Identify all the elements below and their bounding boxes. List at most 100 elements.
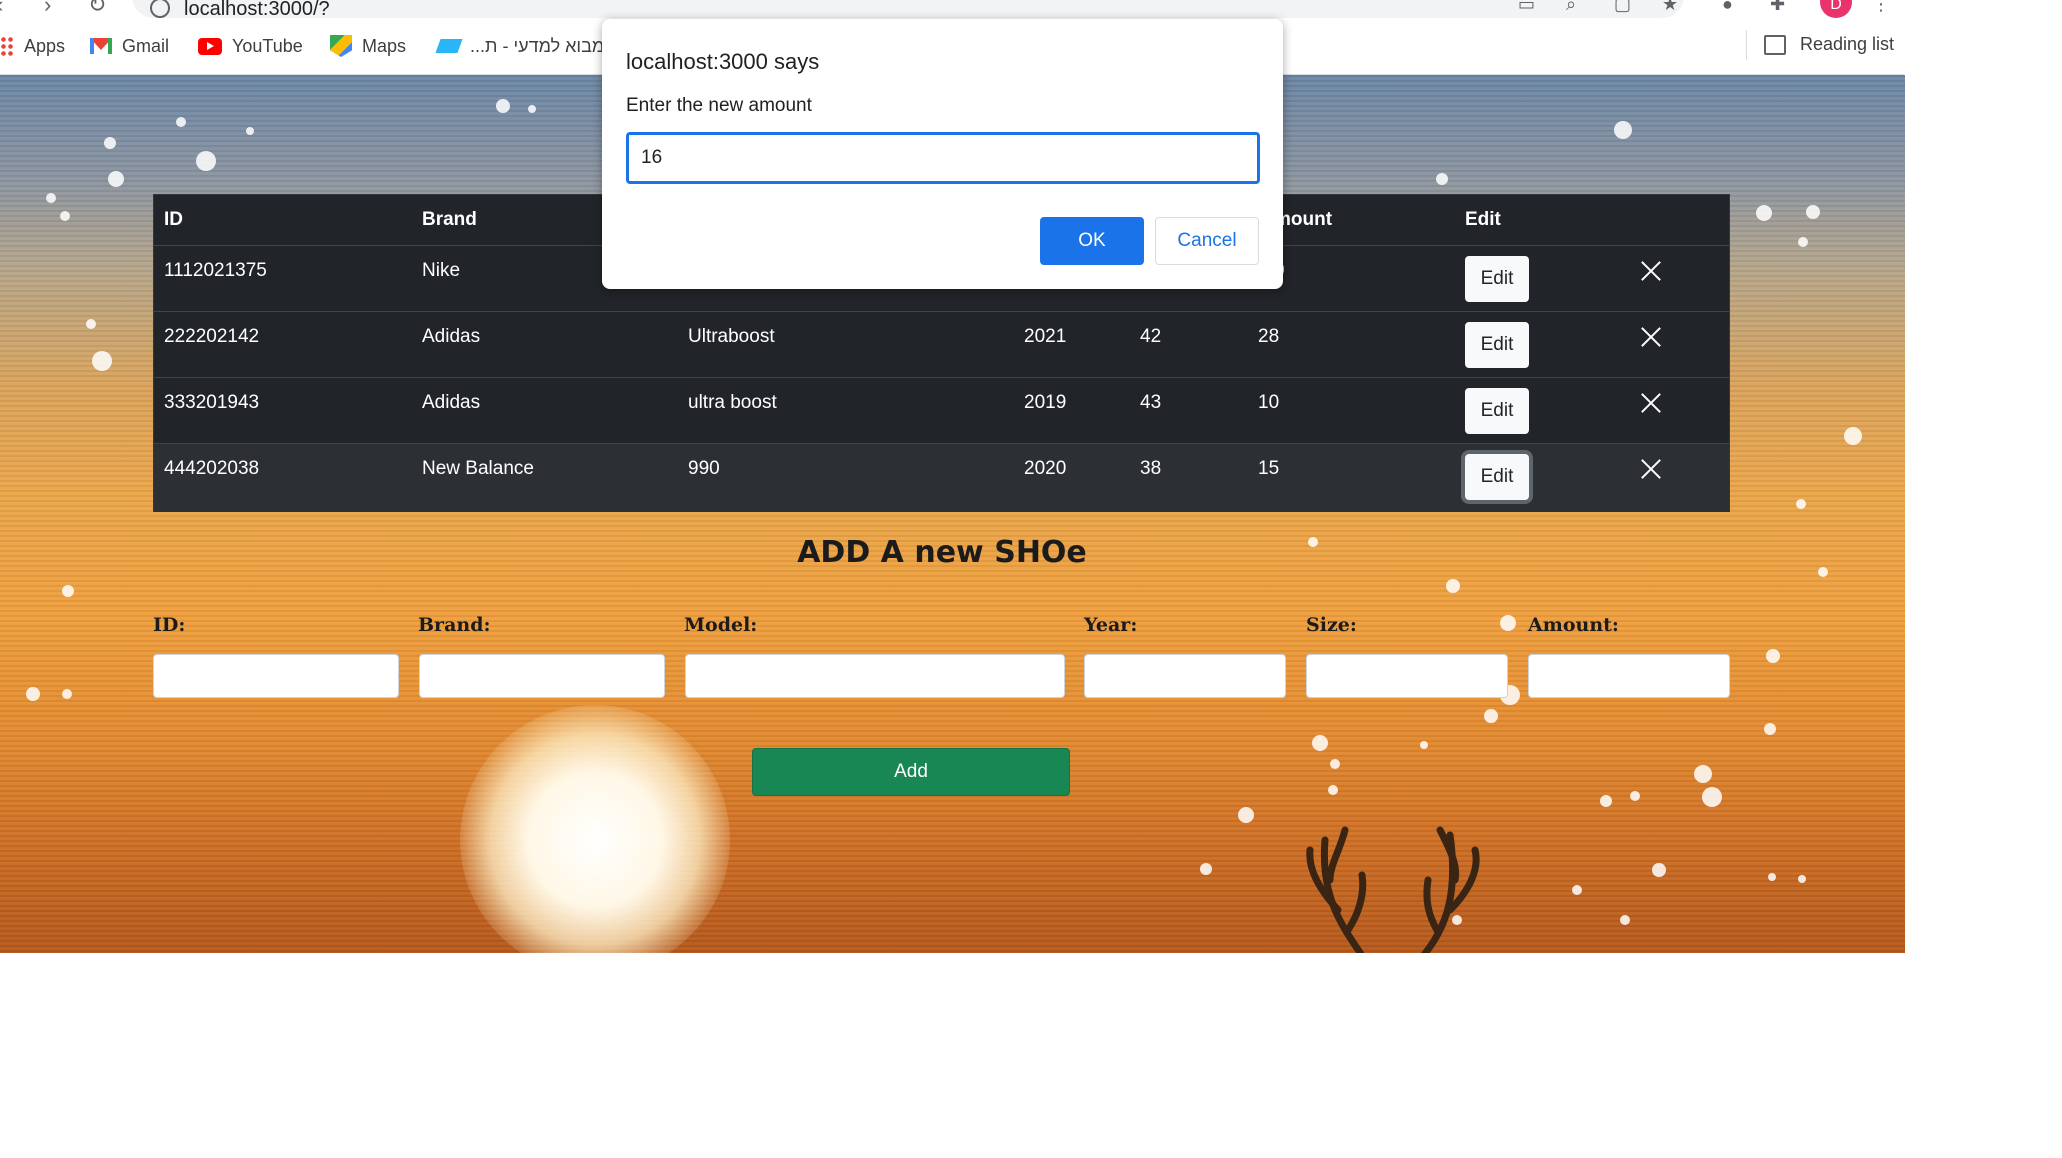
snowflake xyxy=(92,351,112,371)
snowflake xyxy=(1572,885,1582,895)
snowflake xyxy=(1768,873,1776,881)
cell-brand: Adidas xyxy=(422,392,481,413)
cell-model: 990 xyxy=(688,458,720,479)
snowflake xyxy=(1766,649,1780,663)
model-input[interactable] xyxy=(685,654,1065,698)
extension-icon[interactable]: ● xyxy=(1722,0,1742,13)
cell-size: 38 xyxy=(1140,458,1162,479)
snowflake xyxy=(1312,735,1328,751)
snowflake xyxy=(1614,121,1632,139)
brand-input[interactable] xyxy=(419,654,665,698)
cell-model: Ultraboost xyxy=(688,326,775,347)
dialog-title: localhost:3000 says xyxy=(626,49,820,74)
snowflake xyxy=(1484,709,1498,723)
size-input[interactable] xyxy=(1306,654,1508,698)
address-bar[interactable]: localhost:3000/? xyxy=(132,0,1684,21)
add-button[interactable]: Add xyxy=(752,748,1070,796)
snowflake xyxy=(104,137,116,149)
prompt-dialog: localhost:3000 says Enter the new amount… xyxy=(602,19,1283,289)
cell-brand: Nike xyxy=(422,260,461,281)
cell-id: 1112021375 xyxy=(164,260,267,281)
forward-icon[interactable]: › xyxy=(44,0,51,18)
site-info-icon[interactable] xyxy=(150,0,170,18)
cell-id: 333201943 xyxy=(164,392,260,413)
snowflake xyxy=(1620,915,1630,925)
reading-list-button[interactable]: Reading list xyxy=(1764,34,1894,55)
label-model: Model: xyxy=(684,614,758,636)
snowflake xyxy=(108,171,124,187)
profile-initial: D xyxy=(1830,0,1842,13)
snowflake xyxy=(86,319,96,329)
column-header-edit: Edit xyxy=(1465,209,1501,230)
snowflake xyxy=(1844,427,1862,445)
cancel-button[interactable]: Cancel xyxy=(1155,217,1259,265)
edit-button[interactable]: Edit xyxy=(1465,256,1529,302)
snowflake xyxy=(1500,615,1516,631)
label-amount: Amount: xyxy=(1528,614,1619,636)
ok-button[interactable]: OK xyxy=(1040,217,1144,265)
bookmark-gmail[interactable]: Gmail xyxy=(90,34,169,58)
edit-button[interactable]: Edit xyxy=(1465,454,1529,500)
extensions-puzzle-icon[interactable]: ✚ xyxy=(1770,0,1790,13)
cell-size: 42 xyxy=(1140,326,1162,347)
table-row: 444202038 New Balance 990 2020 38 15 Edi… xyxy=(154,443,1729,512)
snowflake xyxy=(1630,791,1640,801)
cell-model: ultra boost xyxy=(688,392,777,413)
snowflake xyxy=(1798,237,1808,247)
snowflake xyxy=(60,211,70,221)
cell-brand: Adidas xyxy=(422,326,481,347)
snowflake xyxy=(1200,863,1212,875)
translate-icon[interactable]: ▭ xyxy=(1518,0,1538,13)
id-input[interactable] xyxy=(153,654,399,698)
bookmark-star-icon[interactable]: ★ xyxy=(1662,0,1682,13)
dialog-amount-input[interactable] xyxy=(626,132,1260,184)
share-icon[interactable]: ▢ xyxy=(1614,0,1634,13)
form-title: ADD A new SHOe xyxy=(797,535,1087,570)
delete-icon[interactable] xyxy=(1640,392,1662,414)
snowflake xyxy=(1436,173,1448,185)
snowflake xyxy=(1652,863,1666,877)
zoom-icon[interactable]: ⌕ xyxy=(1566,0,1586,13)
snowflake xyxy=(1446,579,1460,593)
cell-year: 2020 xyxy=(1024,458,1067,479)
snowflake xyxy=(1420,741,1428,749)
maps-icon xyxy=(330,35,352,57)
snowflake xyxy=(62,689,72,699)
bookmark-course[interactable]: ...מבוא למדעי - ת xyxy=(435,34,605,58)
amount-input[interactable] xyxy=(1528,654,1730,698)
address-bar-url[interactable]: localhost:3000/? xyxy=(184,0,330,21)
edit-button[interactable]: Edit xyxy=(1465,322,1529,368)
bookmark-label: Gmail xyxy=(122,35,170,56)
back-icon[interactable]: ‹ xyxy=(0,0,3,18)
menu-kebab-icon[interactable]: ⋮ xyxy=(1872,0,1892,13)
dialog-message: Enter the new amount xyxy=(626,95,812,116)
snowflake xyxy=(1764,723,1776,735)
delete-icon[interactable] xyxy=(1640,260,1662,282)
delete-icon[interactable] xyxy=(1640,458,1662,480)
snowflake xyxy=(62,585,74,597)
snowflake xyxy=(1702,787,1722,807)
bookmark-youtube[interactable]: YouTube xyxy=(198,34,303,58)
reading-list-label: Reading list xyxy=(1800,34,1895,54)
profile-avatar[interactable]: D xyxy=(1820,0,1852,18)
cell-id: 444202038 xyxy=(164,458,260,479)
cell-year: 2019 xyxy=(1024,392,1067,413)
delete-icon[interactable] xyxy=(1640,326,1662,348)
table-row: 222202142 Adidas Ultraboost 2021 42 28 E… xyxy=(154,311,1729,378)
snowflake xyxy=(1238,807,1254,823)
bookmark-apps[interactable]: Apps xyxy=(0,34,65,58)
bookmark-label: Apps xyxy=(24,35,66,56)
bookmark-label: Maps xyxy=(362,35,407,56)
label-id: ID: xyxy=(153,614,186,636)
bookmark-label: YouTube xyxy=(232,35,303,56)
bookmark-label: ...מבוא למדעי - ת xyxy=(470,35,605,56)
snowflake xyxy=(196,151,216,171)
bookmark-maps[interactable]: Maps xyxy=(330,34,406,58)
snowflake xyxy=(496,99,510,113)
reload-icon[interactable]: ↻ xyxy=(88,0,106,18)
year-input[interactable] xyxy=(1084,654,1286,698)
snowflake xyxy=(246,127,254,135)
edit-button[interactable]: Edit xyxy=(1465,388,1529,434)
snowflake xyxy=(176,117,186,127)
cell-amount: 15 xyxy=(1258,458,1280,479)
